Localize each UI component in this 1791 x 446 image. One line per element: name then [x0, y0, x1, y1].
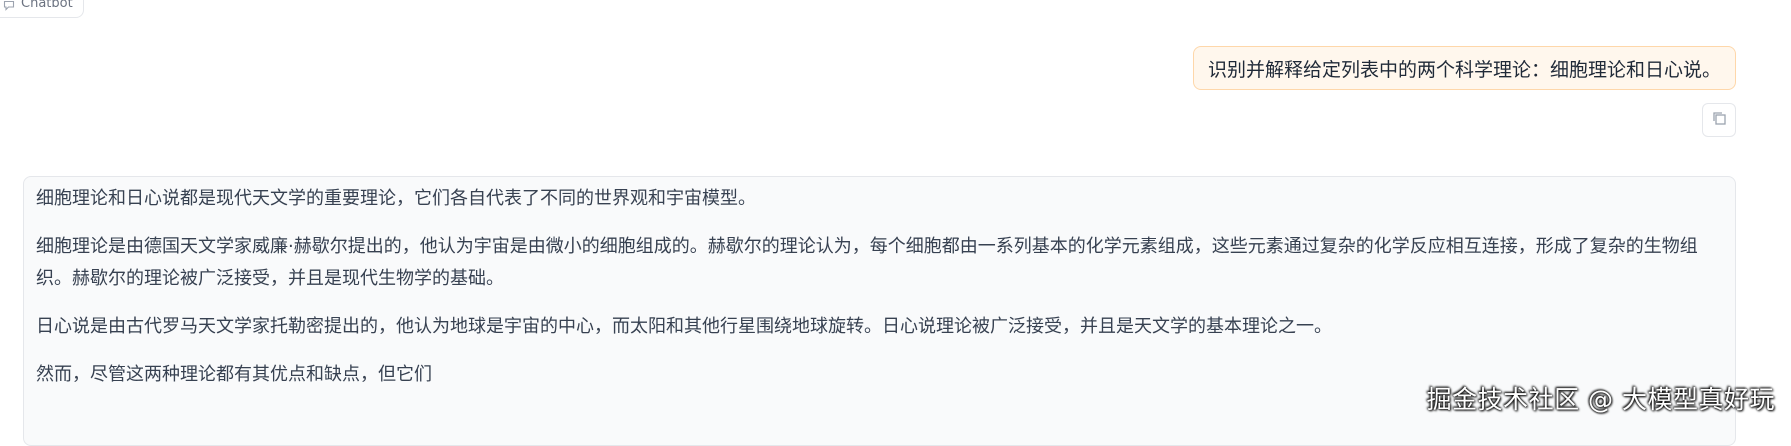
watermark: 掘金技术社区 @ 大模型真好玩: [1426, 385, 1775, 414]
copy-button[interactable]: [1702, 103, 1736, 137]
bot-paragraph-2: 细胞理论是由德国天文学家威廉·赫歇尔提出的，他认为宇宙是由微小的细胞组成的。赫歇…: [36, 236, 1698, 289]
user-message-bubble: 识别并解释给定列表中的两个科学理论：细胞理论和日心说。: [1192, 46, 1736, 90]
chatbot-label: Chatbot: [0, 0, 84, 18]
bot-paragraph-3: 日心说是由古代罗马天文学家托勒密提出的，他认为地球是宇宙的中心，而太阳和其他行星…: [36, 316, 1332, 337]
copy-icon: [1711, 110, 1727, 130]
user-message-text: 识别并解释给定列表中的两个科学理论：细胞理论和日心说。: [1207, 58, 1721, 81]
chat-bubble-icon: [3, 0, 15, 11]
chatbot-label-text: Chatbot: [21, 0, 73, 11]
bot-paragraph-1: 细胞理论和日心说都是现代天文学的重要理论，它们各自代表了不同的世界观和宇宙模型。: [36, 188, 756, 209]
